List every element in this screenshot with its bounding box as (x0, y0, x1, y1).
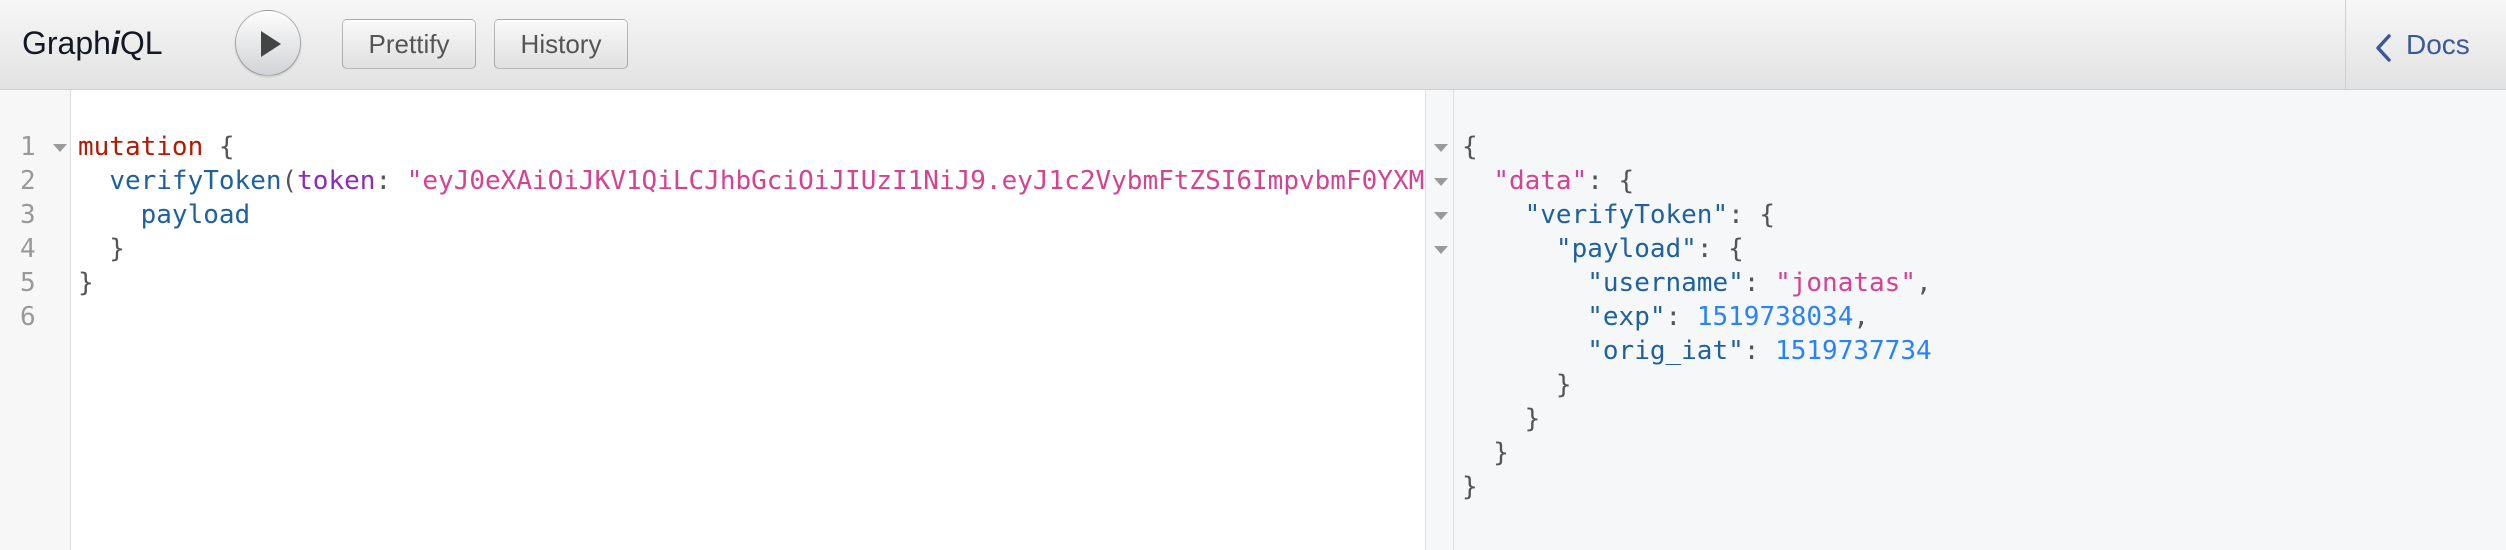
title-suffix: QL (119, 25, 163, 61)
json-value-username: "jonatas" (1775, 268, 1916, 298)
fold-marker-icon[interactable] (1434, 246, 1448, 254)
mutation-keyword: mutation (78, 132, 204, 162)
result-line: "orig_iat": 1519737734 (1462, 334, 1932, 368)
app-title: GraphiQL (22, 25, 163, 62)
punct: : (1743, 268, 1776, 298)
punct: : { (1728, 200, 1776, 230)
punct: , (1853, 302, 1870, 332)
result-line: } (1462, 438, 1509, 468)
argument-token: token (297, 166, 376, 196)
query-editor[interactable]: 1 2 3 4 5 6 mutation { verifyToken(token… (0, 90, 1425, 550)
toolbar: GraphiQL Prettify History Docs (0, 0, 2506, 90)
field-verifytoken: verifyToken (109, 166, 282, 196)
result-line: "payload": { (1462, 232, 1744, 266)
chevron-left-icon (2376, 34, 2391, 62)
paren: ( (281, 166, 298, 196)
play-icon (261, 31, 281, 57)
code-line: } (78, 232, 125, 266)
result-line: "verifyToken": { (1462, 198, 1775, 232)
result-viewer[interactable]: { "data": { "verifyToken": { "payload": … (1425, 90, 2506, 550)
fold-marker-icon[interactable] (1434, 178, 1448, 186)
brace: } (78, 268, 94, 298)
json-key-exp: "exp" (1587, 302, 1666, 332)
result-line: } (1462, 472, 1478, 502)
result-line: { (1462, 132, 1478, 162)
line-number: 6 (20, 302, 36, 332)
colon: : (375, 166, 407, 196)
line-number: 2 (20, 166, 36, 196)
json-key-orig-iat: "orig_iat" (1587, 336, 1744, 366)
execute-query-button[interactable] (235, 10, 301, 76)
json-value-exp: 1519738034 (1696, 302, 1854, 332)
code-line: mutation { (78, 130, 235, 164)
fold-marker-icon[interactable] (1434, 212, 1448, 220)
punct: , (1915, 268, 1932, 298)
brace: { (203, 132, 235, 162)
field-payload: payload (140, 200, 251, 230)
prettify-button[interactable]: Prettify (342, 19, 476, 69)
punct: : (1665, 302, 1697, 332)
fold-marker-icon[interactable] (1434, 144, 1448, 152)
json-key-payload: "payload" (1555, 234, 1697, 264)
json-key-username: "username" (1587, 268, 1744, 298)
graphiql-app: GraphiQL Prettify History Docs 1 2 3 4 5… (0, 0, 2506, 550)
punct: : { (1587, 166, 1635, 196)
brace: } (78, 234, 125, 264)
result-line: "exp": 1519738034, (1462, 300, 1869, 334)
result-line: } (1462, 404, 1541, 434)
json-key-data: "data" (1493, 166, 1588, 196)
token-string-value: "eyJ0eXAiOiJKV1QiLCJhbGciOiJIUzI1NiJ9.ey… (406, 166, 1425, 196)
result-line: "username": "jonatas", (1462, 266, 1932, 300)
line-number: 3 (20, 200, 36, 230)
punct: : (1743, 336, 1776, 366)
json-value-orig-iat: 1519737734 (1775, 336, 1932, 366)
result-line: } (1462, 370, 1572, 400)
punct: : { (1696, 234, 1744, 264)
line-number: 5 (20, 268, 36, 298)
result-fold-gutter (1426, 90, 1454, 550)
fold-marker-icon[interactable] (53, 144, 67, 152)
code-line: payload (78, 198, 251, 232)
code-line: verifyToken(token: "eyJ0eXAiOiJKV1QiLCJh… (78, 164, 1424, 198)
code-line: } (78, 266, 94, 300)
docs-explorer-toggle[interactable]: Docs (2345, 0, 2506, 89)
json-key-verifytoken: "verifyToken" (1524, 200, 1729, 230)
line-number: 1 (20, 132, 36, 162)
docs-label: Docs (2406, 29, 2470, 60)
line-number: 4 (20, 234, 36, 264)
title-prefix: Graph (22, 25, 111, 61)
result-line: "data": { (1462, 164, 1634, 198)
title-italic: i (110, 25, 120, 61)
history-button[interactable]: History (494, 19, 628, 69)
